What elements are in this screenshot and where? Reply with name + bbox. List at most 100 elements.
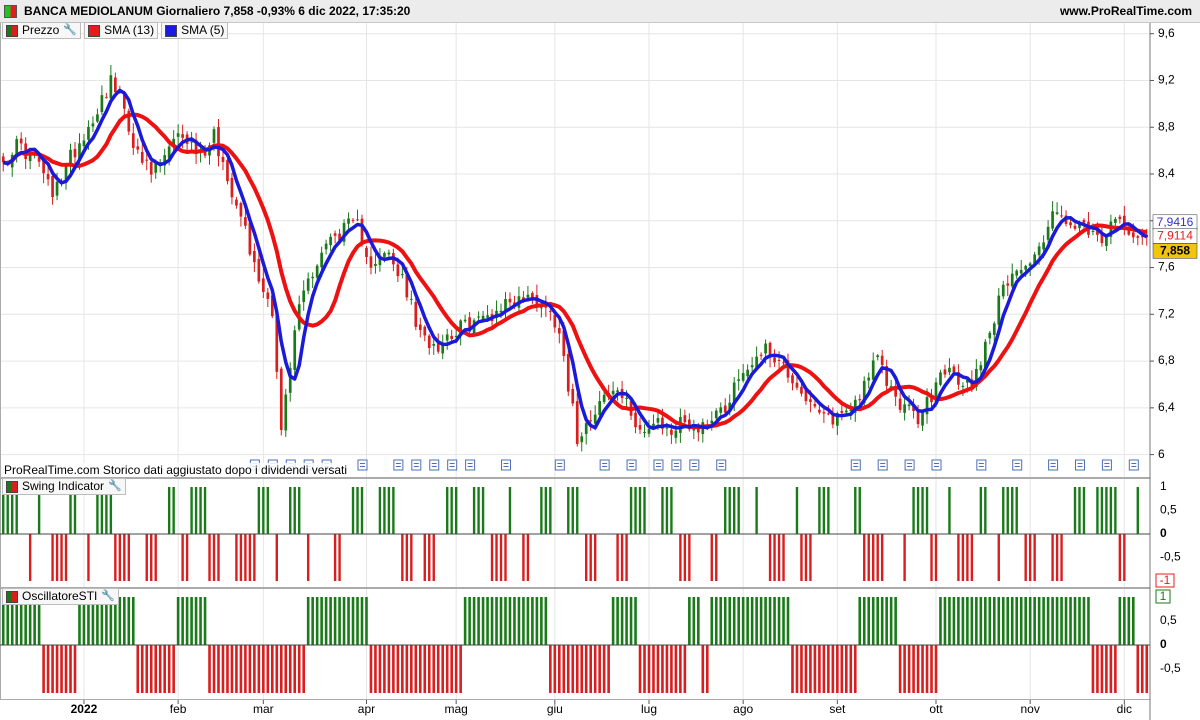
- osc-bar: [253, 645, 256, 693]
- legend-item-swing[interactable]: Swing Indicator 🔧: [2, 478, 126, 495]
- candle-body: [396, 264, 400, 277]
- osc-bar: [535, 597, 539, 645]
- candle-body: [230, 177, 234, 198]
- osc-bar: [239, 645, 243, 693]
- swing-bar: [522, 534, 525, 581]
- candle-body: [575, 401, 579, 444]
- osc-bar: [607, 645, 610, 693]
- osc-bar: [517, 597, 521, 645]
- swing-bar: [724, 487, 727, 534]
- osc-bar: [199, 597, 202, 645]
- candle-body: [401, 274, 404, 276]
- osc-bar: [782, 597, 785, 645]
- site-link[interactable]: www.ProRealTime.com: [1060, 0, 1192, 22]
- osc-bar: [984, 597, 987, 645]
- candle-body: [55, 181, 59, 196]
- swing-bar: [593, 534, 597, 581]
- osc-bar: [136, 645, 140, 693]
- wrench-icon[interactable]: 🔧: [63, 22, 77, 39]
- swing-bar: [872, 534, 875, 581]
- swing-bar: [643, 487, 646, 534]
- candle-body: [87, 126, 90, 140]
- candle-body: [634, 412, 637, 428]
- swing-bar: [262, 487, 265, 534]
- osc-bar: [64, 645, 68, 693]
- osc-bar: [1028, 597, 1032, 645]
- swing-bar: [181, 534, 184, 581]
- swing-bar: [1028, 534, 1032, 581]
- osc-bar: [580, 645, 584, 693]
- swing-bar: [145, 534, 148, 581]
- osc-bar: [836, 645, 839, 693]
- osc-bar: [522, 597, 525, 645]
- x-tick-label: set: [829, 702, 846, 716]
- osc-bar: [459, 645, 462, 693]
- osc-bar: [427, 645, 431, 693]
- osc-bar: [634, 597, 637, 645]
- osc-bar: [620, 597, 624, 645]
- swing-bar: [777, 534, 781, 581]
- osc-bar: [549, 645, 552, 693]
- swing-bar: [1015, 487, 1018, 534]
- swing-bar: [715, 534, 718, 581]
- candle-body: [329, 236, 332, 246]
- swing-bar: [1100, 487, 1104, 534]
- candle-body: [1131, 232, 1135, 238]
- osc-bar: [1140, 645, 1144, 693]
- osc-bar: [921, 645, 924, 693]
- osc-bar: [311, 597, 314, 645]
- legend-item-osc[interactable]: OscillatoreSTI 🔧: [2, 588, 120, 605]
- candle-body: [145, 159, 149, 161]
- osc-bar: [495, 597, 498, 645]
- dividend-note-frame: [626, 459, 637, 471]
- candle-body: [1024, 265, 1028, 270]
- wrench-icon[interactable]: 🔧: [108, 478, 122, 495]
- osc-bar: [1015, 597, 1019, 645]
- candle-body: [1042, 242, 1045, 250]
- oscillatore-sti-bars: [0, 597, 1150, 693]
- candle-body: [791, 375, 794, 384]
- candle-body: [867, 377, 871, 381]
- swing-bar: [1096, 487, 1099, 534]
- candle-body: [723, 405, 727, 413]
- osc-bar: [526, 597, 530, 645]
- osc-bar: [302, 645, 305, 693]
- osc-bar: [755, 597, 758, 645]
- candle-body: [445, 334, 449, 341]
- osc-bar: [441, 645, 445, 693]
- osc-bar: [1033, 597, 1036, 645]
- osc-bar: [723, 597, 727, 645]
- candle-body: [1073, 225, 1077, 229]
- chart-canvas[interactable]: 9,69,28,88,487,67,26,86,467,94167,91147,…: [0, 0, 1200, 720]
- sma13-last-badge: 7,9114: [1157, 228, 1193, 242]
- dividend-note-icon: [357, 459, 368, 471]
- swing-bar: [880, 534, 884, 581]
- candle-body: [374, 263, 377, 266]
- osc-bar: [387, 645, 391, 693]
- chart-square-icon: [4, 5, 17, 18]
- panel-frame: [0, 22, 1151, 478]
- wrench-icon[interactable]: 🔧: [101, 588, 115, 605]
- dividend-note-icon: [671, 459, 682, 471]
- osc-bar: [127, 597, 131, 645]
- osc-bar: [970, 597, 974, 645]
- swing-bar: [118, 534, 122, 581]
- dividend-note-frame: [1101, 459, 1112, 471]
- dividend-note-frame: [850, 459, 861, 471]
- legend-item-sma13[interactable]: SMA (13): [84, 22, 159, 39]
- osc-bar: [1078, 597, 1081, 645]
- candle-body: [140, 152, 144, 163]
- osc-bar: [450, 645, 453, 693]
- legend-item-sma5[interactable]: SMA (5): [161, 22, 229, 39]
- dividend-note-icon: [1012, 459, 1023, 471]
- osc-bar: [1114, 645, 1117, 693]
- osc-bar: [674, 645, 678, 693]
- swing-bar: [172, 487, 175, 534]
- osc-bar: [1105, 645, 1108, 693]
- dividend-note-icon: [393, 459, 404, 471]
- osc-bar: [60, 645, 63, 693]
- osc-bar: [1073, 597, 1077, 645]
- legend-item-price[interactable]: Prezzo 🔧: [2, 22, 82, 39]
- swing-bar: [253, 534, 256, 581]
- candle-body: [782, 362, 785, 364]
